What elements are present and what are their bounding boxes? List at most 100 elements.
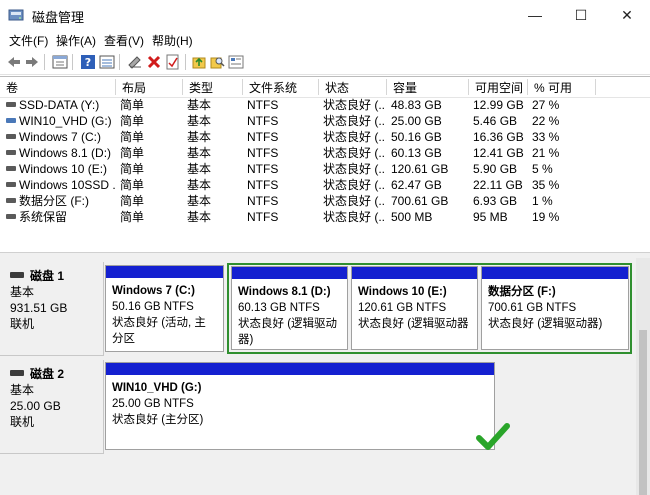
- disk-icon: [10, 272, 24, 278]
- cell-free-space: 12.99 GB: [473, 98, 524, 112]
- title-bar: 磁盘管理 — ☐ ✕: [0, 0, 650, 30]
- partition-bar: [352, 267, 477, 279]
- partition-name: Windows 8.1 (D:): [238, 286, 331, 298]
- cell-filesystem: NTFS: [247, 130, 279, 144]
- partition-g[interactable]: WIN10_VHD (G:) 25.00 GB NTFS 状态良好 (主分区): [105, 362, 495, 450]
- scrollbar-thumb[interactable]: [639, 330, 647, 495]
- column-header-free-space[interactable]: 可用空间: [469, 79, 528, 95]
- svg-text:?: ?: [85, 56, 91, 69]
- cell-capacity: 120.61 GB: [391, 162, 449, 176]
- cell-volume: 系统保留: [19, 210, 68, 224]
- check-icon[interactable]: [165, 54, 181, 70]
- table-row[interactable]: Windows 7 (C:) 简单 基本 NTFS 状态良好 (... 50.1…: [0, 129, 650, 145]
- drive-icon: [6, 214, 16, 219]
- cell-layout: 简单: [120, 162, 145, 176]
- cell-type: 基本: [187, 178, 212, 192]
- cell-volume: Windows 10 (E:): [19, 162, 108, 176]
- table-row[interactable]: WIN10_VHD (G:) 简单 基本 NTFS 状态良好 (... 25.0…: [0, 113, 650, 129]
- volume-list: 卷 布局 类型 文件系统 状态 容量 可用空间 % 可用 SSD-DATA (Y…: [0, 76, 650, 253]
- disk-1-info[interactable]: 磁盘 1 基本 931.51 GB 联机: [0, 262, 104, 356]
- partition-name: WIN10_VHD (G:): [112, 382, 202, 394]
- column-header-volume[interactable]: 卷: [0, 79, 116, 95]
- cell-volume: SSD-DATA (Y:): [19, 98, 100, 112]
- disk-icon: [10, 370, 24, 376]
- table-row[interactable]: SSD-DATA (Y:) 简单 基本 NTFS 状态良好 (... 48.83…: [0, 97, 650, 113]
- menu-help[interactable]: 帮助(H): [152, 32, 193, 49]
- column-header-percent-free[interactable]: % 可用: [528, 79, 596, 95]
- table-row[interactable]: Windows 10 (E:) 简单 基本 NTFS 状态良好 (... 120…: [0, 161, 650, 177]
- table-row[interactable]: Windows 8.1 (D:) 简单 基本 NTFS 状态良好 (... 60…: [0, 145, 650, 161]
- window-title: 磁盘管理: [32, 10, 85, 25]
- table-row[interactable]: 数据分区 (F:) 简单 基本 NTFS 状态良好 (... 700.61 GB…: [0, 193, 650, 209]
- cell-status: 状态良好 (...: [323, 130, 386, 144]
- cell-filesystem: NTFS: [247, 194, 279, 208]
- cell-filesystem: NTFS: [247, 98, 279, 112]
- drive-icon: [6, 150, 16, 155]
- cell-volume: Windows 8.1 (D:): [19, 146, 112, 160]
- partition-e[interactable]: Windows 10 (E:) 120.61 GB NTFS 状态良好 (逻辑驱…: [351, 266, 478, 350]
- table-row[interactable]: 系统保留 简单 基本 NTFS 状态良好 (... 500 MB 95 MB 1…: [0, 209, 650, 225]
- close-button[interactable]: ✕: [604, 0, 650, 30]
- cell-filesystem: NTFS: [247, 210, 279, 224]
- volume-list-header: 卷 布局 类型 文件系统 状态 容量 可用空间 % 可用: [0, 77, 650, 98]
- forward-arrow-icon[interactable]: [24, 54, 40, 70]
- disk-status: 联机: [10, 317, 35, 331]
- cell-type: 基本: [187, 194, 212, 208]
- column-header-layout[interactable]: 布局: [116, 79, 183, 95]
- disk-2-info[interactable]: 磁盘 2 基本 25.00 GB 联机: [0, 360, 104, 454]
- maximize-button[interactable]: ☐: [558, 0, 604, 30]
- disk-size: 931.51 GB: [10, 301, 68, 315]
- disk-name: 磁盘 1: [30, 269, 65, 283]
- partition-f[interactable]: 数据分区 (F:) 700.61 GB NTFS 状态良好 (逻辑驱动器): [481, 266, 629, 350]
- table-row[interactable]: Windows 10SSD ... 简单 基本 NTFS 状态良好 (... 6…: [0, 177, 650, 193]
- partition-size: 120.61 GB NTFS: [358, 302, 447, 314]
- partition-status: 状态良好 (主分区): [112, 414, 204, 426]
- cell-volume: 数据分区 (F:): [19, 194, 89, 208]
- map-drive-icon[interactable]: [127, 54, 143, 70]
- back-arrow-icon[interactable]: [6, 54, 22, 70]
- cell-capacity: 500 MB: [391, 210, 433, 224]
- column-header-capacity[interactable]: 容量: [387, 79, 469, 95]
- menu-file[interactable]: 文件(F): [9, 32, 48, 49]
- partition-bar: [232, 267, 347, 279]
- cell-free-space: 16.36 GB: [473, 130, 524, 144]
- column-header-filesystem[interactable]: 文件系统: [243, 79, 319, 95]
- partition-name: Windows 10 (E:): [358, 286, 447, 298]
- delete-icon[interactable]: [146, 54, 162, 70]
- partition-status: 状态良好 (逻辑驱动器): [488, 318, 603, 330]
- partition-name: 数据分区 (F:): [488, 286, 556, 298]
- cell-type: 基本: [187, 146, 212, 160]
- drive-icon: [6, 182, 16, 187]
- cell-status: 状态良好 (...: [323, 146, 386, 160]
- cell-type: 基本: [187, 130, 212, 144]
- up-folder-icon[interactable]: [191, 54, 207, 70]
- cell-status: 状态良好 (...: [323, 114, 386, 128]
- cell-status: 状态良好 (...: [323, 162, 386, 176]
- cell-type: 基本: [187, 114, 212, 128]
- menu-view[interactable]: 查看(V): [104, 32, 144, 49]
- cell-layout: 简单: [120, 98, 145, 112]
- search-icon[interactable]: [209, 54, 225, 70]
- cell-percent-free: 22 %: [532, 114, 560, 128]
- column-header-status[interactable]: 状态: [319, 79, 387, 95]
- partition-bar: [106, 266, 223, 278]
- minimize-button[interactable]: —: [512, 0, 558, 30]
- properties-icon[interactable]: [99, 54, 115, 70]
- column-header-type[interactable]: 类型: [183, 79, 243, 95]
- drive-icon: [6, 134, 16, 139]
- toolbar: ?: [0, 50, 650, 75]
- disk-type: 基本: [10, 383, 35, 397]
- console-icon[interactable]: [52, 54, 68, 70]
- details-icon[interactable]: [228, 54, 244, 70]
- partition-d[interactable]: Windows 8.1 (D:) 60.13 GB NTFS 状态良好 (逻辑驱…: [231, 266, 348, 350]
- drive-icon: [6, 166, 16, 171]
- cell-layout: 简单: [120, 146, 145, 160]
- help-icon[interactable]: ?: [80, 54, 96, 70]
- menu-bar: 文件(F) 操作(A) 查看(V) 帮助(H): [0, 30, 650, 50]
- cell-type: 基本: [187, 98, 212, 112]
- menu-action[interactable]: 操作(A): [56, 32, 96, 49]
- drive-icon: [6, 118, 16, 123]
- cell-percent-free: 33 %: [532, 130, 560, 144]
- cell-free-space: 5.90 GB: [473, 162, 518, 176]
- partition-c[interactable]: Windows 7 (C:) 50.16 GB NTFS 状态良好 (活动, 主…: [105, 265, 224, 352]
